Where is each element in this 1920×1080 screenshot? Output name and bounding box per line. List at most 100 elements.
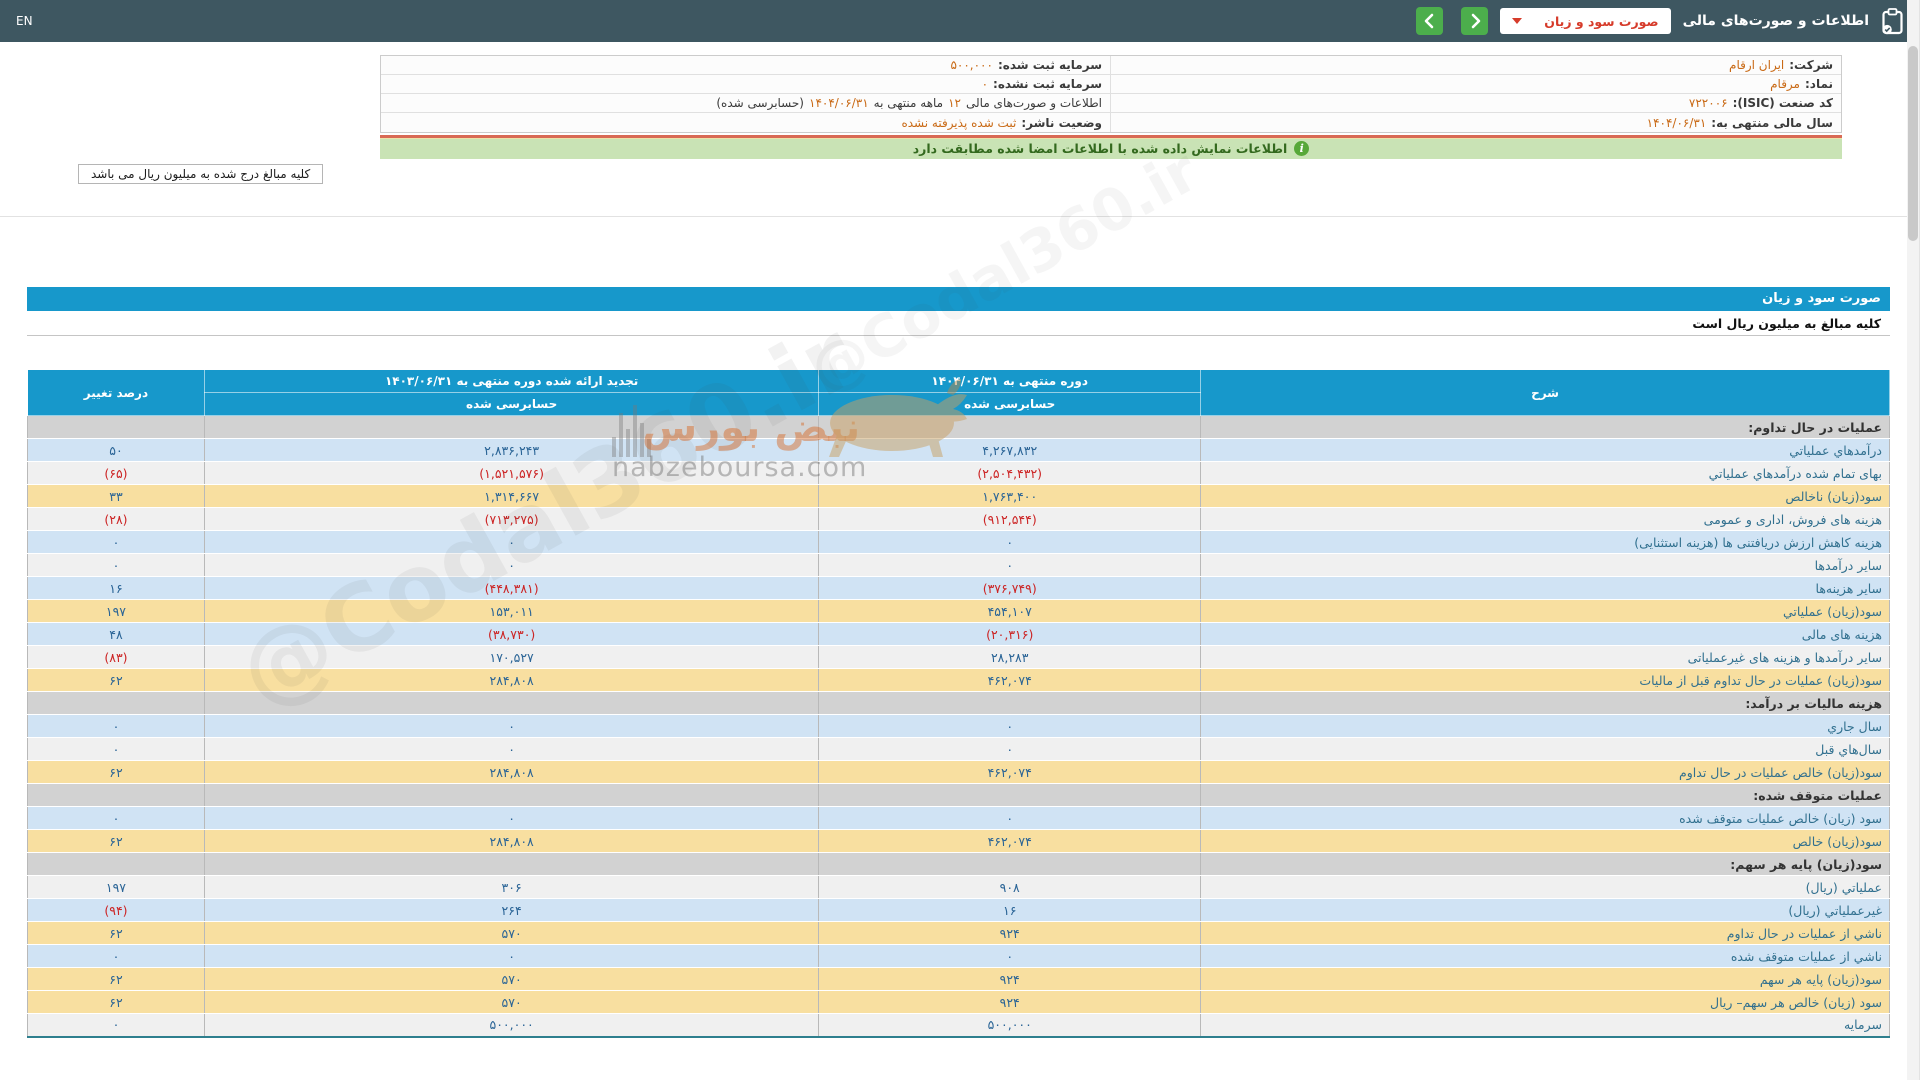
value-prior <box>203 852 820 876</box>
table-row: سود(زیان) عملیات در حال تداوم قبل از مال… <box>27 668 1890 692</box>
next-statement-button[interactable] <box>1461 7 1489 35</box>
chevron-left-icon <box>1424 13 1434 29</box>
signed-info-alert: i اطلاعات نمایش داده شده با اطلاعات امضا… <box>380 135 1842 159</box>
scrollbar-thumb[interactable] <box>1907 46 1918 241</box>
col-subheader-audited-prior: حسابرسی شده <box>203 392 820 416</box>
value-current: ۴۶۲,۰۷۴ <box>818 668 1202 692</box>
value-current <box>818 415 1202 439</box>
table-row: سال جاري ۰ ۰ ۰ <box>27 714 1890 738</box>
scrollbar[interactable] <box>1907 0 1920 1080</box>
statement-type-value: صورت سود و زیان <box>1544 13 1659 29</box>
unregistered-capital-value: ۰ <box>981 77 989 91</box>
row-label: هزینه مالیات بر درآمد: <box>1200 691 1890 715</box>
value-change-pct: ۵۰ <box>27 438 205 462</box>
row-label: سود(زیان) ناخالص <box>1200 484 1890 508</box>
col-header-period-prior: تجدید ارائه شده دوره منتهی به ۱۴۰۳/۰۶/۳۱ <box>203 369 820 393</box>
value-prior: ۰ <box>203 737 820 761</box>
ticker-value: مرقام <box>1770 77 1800 91</box>
row-label: سود(زیان) پایه هر سهم: <box>1200 852 1890 876</box>
row-label: سایر هزینه‌ها <box>1200 576 1890 600</box>
table-row: عملیات در حال تداوم: <box>27 415 1890 439</box>
ticker-cell: نماد: مرقام <box>1111 75 1841 93</box>
value-change-pct: (۲۸) <box>27 507 205 531</box>
value-prior: (۱,۵۲۱,۵۷۶) <box>203 461 820 485</box>
value-change-pct: ۶۲ <box>27 921 205 945</box>
company-info-row: کد صنعت (ISIC): ۷۲۲۰۰۶ اطلاعات و صورت‌ها… <box>381 94 1841 113</box>
value-change-pct: ۶۲ <box>27 967 205 991</box>
value-change-pct: ۴۸ <box>27 622 205 646</box>
value-current: (۲,۵۰۴,۴۳۲) <box>818 461 1202 485</box>
value-current: ۰ <box>818 530 1202 554</box>
value-current: (۳۷۶,۷۴۹) <box>818 576 1202 600</box>
col-header-description: شرح <box>1200 369 1890 416</box>
unregistered-capital-label: سرمایه ثبت نشده: <box>993 77 1102 91</box>
row-label: درآمدهاي عملياتي <box>1200 438 1890 462</box>
table-row: سود(زیان) خالص عملیات در حال تداوم ۴۶۲,۰… <box>27 760 1890 784</box>
section-divider <box>0 216 1920 217</box>
value-prior: ۲۸۴,۸۰۸ <box>203 829 820 853</box>
value-current: ۵۰۰,۰۰۰ <box>818 1013 1202 1037</box>
clipboard-icon <box>1881 7 1904 35</box>
income-statement-section: صورت سود و زیان کلیه مبالغ به میلیون ریا… <box>27 136 1890 1038</box>
table-row: هزینه های مالی (۲۰,۳۱۶) (۳۸,۷۳۰) ۴۸ <box>27 622 1890 646</box>
table-row: سود(زیان) عملیاتي ۴۵۴,۱۰۷ ۱۵۳,۰۱۱ ۱۹۷ <box>27 599 1890 623</box>
statement-period-date: ۱۴۰۴/۰۶/۳۱ <box>809 96 869 110</box>
col-header-period-current: دوره منتهی به ۱۴۰۴/۰۶/۳۱ <box>818 369 1202 393</box>
value-current: ۰ <box>818 737 1202 761</box>
table-row: سال‌هاي قبل ۰ ۰ ۰ <box>27 737 1890 761</box>
table-row: غیرعملیاتي (ریال) ۱۶ ۲۶۴ (۹۴) <box>27 898 1890 922</box>
table-row: سود(زیان) پایه هر سهم ۹۲۴ ۵۷۰ ۶۲ <box>27 967 1890 991</box>
table-row: هزینه های فروش، اداری و عمومی (۹۱۲,۵۴۴) … <box>27 507 1890 531</box>
statement-period-suffix: (حسابرسی شده) <box>716 96 804 110</box>
value-current: (۲۰,۳۱۶) <box>818 622 1202 646</box>
value-change-pct: ۰ <box>27 714 205 738</box>
row-label: عملیات متوقف شده: <box>1200 783 1890 807</box>
statement-type-dropdown[interactable]: صورت سود و زیان <box>1500 8 1671 34</box>
value-prior: ۵۷۰ <box>203 921 820 945</box>
table-row: سود (زیان) خالص هر سهم– ریال ۹۲۴ ۵۷۰ ۶۲ <box>27 990 1890 1014</box>
value-change-pct: (۶۵) <box>27 461 205 485</box>
value-change-pct: ۰ <box>27 553 205 577</box>
table-row: بهای تمام شده درآمدهاي عملياتي (۲,۵۰۴,۴۳… <box>27 461 1890 485</box>
table-row: سود(زیان) پایه هر سهم: <box>27 852 1890 876</box>
company-name-label: شرکت: <box>1789 58 1833 72</box>
row-label: سود(زیان) عملیاتي <box>1200 599 1890 623</box>
company-info-row: نماد: مرقام سرمایه ثبت نشده: ۰ <box>381 75 1841 94</box>
row-label: هزینه کاهش ارزش دریافتنی ها (هزینه استثن… <box>1200 530 1890 554</box>
value-change-pct: (۸۳) <box>27 645 205 669</box>
prev-statement-button[interactable] <box>1416 7 1444 35</box>
value-current: ۴۶۲,۰۷۴ <box>818 760 1202 784</box>
row-label: سود(زیان) پایه هر سهم <box>1200 967 1890 991</box>
company-info-row: سال مالی منتهی به: ۱۴۰۴/۰۶/۳۱ وضعیت ناشر… <box>381 113 1841 132</box>
row-label: هزینه های فروش، اداری و عمومی <box>1200 507 1890 531</box>
row-label: سایر درآمدها و هزینه های غیرعملیاتی <box>1200 645 1890 669</box>
company-info-table: شرکت: ایران ارقام سرمایه ثبت شده: ۵۰۰,۰۰… <box>380 55 1842 133</box>
table-row: سایر درآمدها ۰ ۰ ۰ <box>27 553 1890 577</box>
value-prior: (۳۸,۷۳۰) <box>203 622 820 646</box>
table-row: سود (زیان) خالص عملیات متوقف شده ۰ ۰ ۰ <box>27 806 1890 830</box>
language-toggle[interactable]: EN <box>16 14 33 28</box>
value-change-pct: ۱۶ <box>27 576 205 600</box>
value-prior <box>203 691 820 715</box>
row-label: سرمایه <box>1200 1013 1890 1037</box>
value-change-pct <box>27 415 205 439</box>
row-label: عملیات در حال تداوم: <box>1200 415 1890 439</box>
registered-capital-cell: سرمایه ثبت شده: ۵۰۰,۰۰۰ <box>381 56 1111 74</box>
value-change-pct: ۰ <box>27 806 205 830</box>
value-change-pct <box>27 852 205 876</box>
value-prior: ۲۸۴,۸۰۸ <box>203 668 820 692</box>
table-row: سود(زیان) ناخالص ۱,۷۶۳,۴۰۰ ۱,۳۱۴,۶۶۷ ۳۳ <box>27 484 1890 508</box>
table-row: سایر درآمدها و هزینه های غیرعملیاتی ۲۸,۲… <box>27 645 1890 669</box>
isic-label: کد صنعت (ISIC): <box>1732 96 1833 110</box>
row-label: سود (زیان) خالص عملیات متوقف شده <box>1200 806 1890 830</box>
row-label: سال‌هاي قبل <box>1200 737 1890 761</box>
table-row: عملیاتي (ریال) ۹۰۸ ۳۰۶ ۱۹۷ <box>27 875 1890 899</box>
signed-info-text: اطلاعات نمایش داده شده با اطلاعات امضا ش… <box>912 141 1288 156</box>
value-change-pct: ۰ <box>27 737 205 761</box>
value-change-pct: ۶۲ <box>27 990 205 1014</box>
value-current <box>818 691 1202 715</box>
value-current: ۱,۷۶۳,۴۰۰ <box>818 484 1202 508</box>
table-row: عملیات متوقف شده: <box>27 783 1890 807</box>
value-current: (۹۱۲,۵۴۴) <box>818 507 1202 531</box>
value-prior: ۱۷۰,۵۲۷ <box>203 645 820 669</box>
